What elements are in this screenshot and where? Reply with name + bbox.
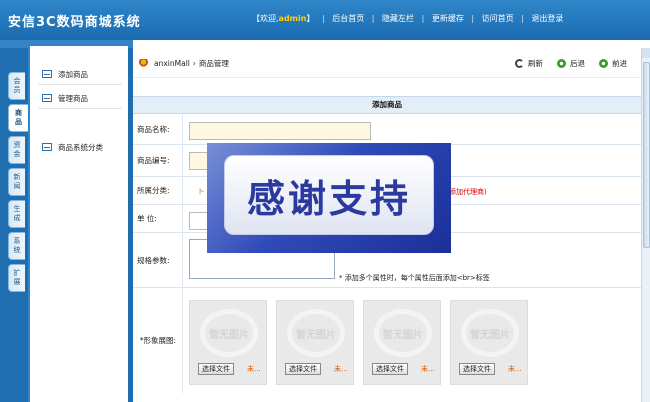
choose-file-button[interactable]: 选择文件 xyxy=(459,363,495,375)
nav-hide-sidebar[interactable]: 隐藏左栏 xyxy=(382,13,414,24)
choose-file-button[interactable]: 选择文件 xyxy=(198,363,234,375)
nav-separator: | xyxy=(421,14,425,23)
menu-divider xyxy=(38,108,122,109)
image-slot-3: 暂无图片 选择文件 未... xyxy=(363,300,441,385)
tab-system[interactable]: 系统 xyxy=(8,232,25,260)
forward-icon xyxy=(599,59,608,68)
row-images: *形象展图: 暂无图片 选择文件 未... 暂无图片 选择文件 未... 暂无图… xyxy=(133,288,641,393)
unit-label: 单 位: xyxy=(133,205,183,232)
nav-separator: | xyxy=(521,14,524,23)
username: admin xyxy=(278,14,307,23)
no-image-placeholder: 暂无图片 xyxy=(461,309,519,357)
tab-generate[interactable]: 生成 xyxy=(8,200,25,228)
forward-button[interactable]: 前进 xyxy=(599,58,627,69)
breadcrumb-root[interactable]: anxinMall xyxy=(154,59,190,68)
images-label: *形象展图: xyxy=(133,288,183,393)
spec-label: 规格参数: xyxy=(133,233,183,287)
file-status: 未... xyxy=(421,365,435,373)
nav-update-cache[interactable]: 更新缓存 xyxy=(432,13,464,24)
form-title: 添加商品 xyxy=(133,96,641,114)
user-icon xyxy=(139,59,148,68)
breadcrumb-bar: anxinMall › 商品管理 刷新 后退 前进 xyxy=(133,48,641,78)
product-name-label: 商品名称: xyxy=(133,115,183,144)
list-icon xyxy=(42,70,52,78)
breadcrumb: anxinMall › 商品管理 xyxy=(139,58,229,69)
nav-separator: | xyxy=(471,14,475,23)
no-image-placeholder: 暂无图片 xyxy=(374,309,432,357)
nav-admin-home[interactable]: 后台首页 xyxy=(332,13,364,24)
no-image-placeholder: 暂无图片 xyxy=(287,309,345,357)
file-status: 未... xyxy=(334,365,348,373)
tab-product[interactable]: 商品 xyxy=(8,104,28,132)
breadcrumb-current: 商品管理 xyxy=(198,59,229,68)
nav-visit-home[interactable]: 访问首页 xyxy=(482,13,514,24)
scroll-thumb[interactable] xyxy=(643,62,650,248)
overlay-text: 感谢支持 xyxy=(246,176,411,221)
nav-separator: | xyxy=(371,14,375,23)
product-code-label: 商品编号: xyxy=(133,145,183,176)
sidebar-item-add-product[interactable]: 添加商品 xyxy=(42,68,88,80)
breadcrumb-separator: › xyxy=(192,59,196,68)
tab-member[interactable]: 会员 xyxy=(8,72,25,100)
sidebar-item-label: 添加商品 xyxy=(58,69,88,79)
app-title: 安信3C数码商城系统 xyxy=(8,15,141,30)
thanks-overlay-banner: 感谢支持 xyxy=(207,143,451,253)
image-slot-4: 暂无图片 选择文件 未... xyxy=(450,300,528,385)
tab-finance[interactable]: 资金 xyxy=(8,136,25,164)
back-icon xyxy=(557,59,566,68)
back-button[interactable]: 后退 xyxy=(557,58,585,69)
image-slot-1: 暂无图片 选择文件 未... xyxy=(189,300,267,385)
tab-news[interactable]: 新闻 xyxy=(8,168,25,196)
category-label: 所属分类: xyxy=(133,177,183,204)
scroll-up-arrow[interactable] xyxy=(642,48,650,58)
file-status: 未... xyxy=(508,365,522,373)
vertical-scrollbar[interactable] xyxy=(641,48,650,402)
category-select[interactable]: ト xyxy=(197,186,205,197)
welcome-prefix: 【欢迎, xyxy=(252,14,279,23)
sidebar-menu: 添加商品 管理商品 商品系统分类 xyxy=(28,46,128,402)
product-name-input[interactable] xyxy=(189,122,371,140)
sidebar-item-label: 管理商品 xyxy=(58,93,88,103)
choose-file-button[interactable]: 选择文件 xyxy=(372,363,408,375)
row-product-name: 商品名称: xyxy=(133,115,641,145)
list-icon xyxy=(42,143,52,151)
nav-separator: | xyxy=(322,14,325,23)
sidebar-item-label: 商品系统分类 xyxy=(58,142,103,152)
refresh-button[interactable]: 刷新 xyxy=(515,58,543,69)
welcome-suffix: 】 xyxy=(306,14,315,23)
sidebar-item-product-category[interactable]: 商品系统分类 xyxy=(42,141,103,153)
tab-extend[interactable]: 扩展 xyxy=(8,264,25,292)
choose-file-button[interactable]: 选择文件 xyxy=(285,363,321,375)
vertical-tabs: 会员 商品 资金 新闻 生成 系统 扩展 xyxy=(8,72,28,296)
header-bar: 安信3C数码商城系统 【欢迎,admin】 | 后台首页 | 隐藏左栏 | 更新… xyxy=(0,0,650,40)
menu-divider xyxy=(38,84,122,85)
sidebar-item-manage-product[interactable]: 管理商品 xyxy=(42,92,88,104)
spec-hint: * 添加多个属性时，每个属性后面添加<br>标签 xyxy=(339,274,490,282)
file-status: 未... xyxy=(247,365,261,373)
top-nav: 【欢迎,admin】 | 后台首页 | 隐藏左栏 | 更新缓存 | 访问首页 |… xyxy=(252,13,563,24)
overlay-card: 感谢支持 xyxy=(224,155,434,235)
toolbar: 刷新 后退 前进 xyxy=(501,58,627,69)
image-slot-2: 暂无图片 选择文件 未... xyxy=(276,300,354,385)
category-hint: 添加代理商) xyxy=(449,188,487,196)
list-icon xyxy=(42,94,52,102)
refresh-icon xyxy=(515,59,524,68)
no-image-placeholder: 暂无图片 xyxy=(200,309,258,357)
nav-logout[interactable]: 退出登录 xyxy=(531,13,563,24)
